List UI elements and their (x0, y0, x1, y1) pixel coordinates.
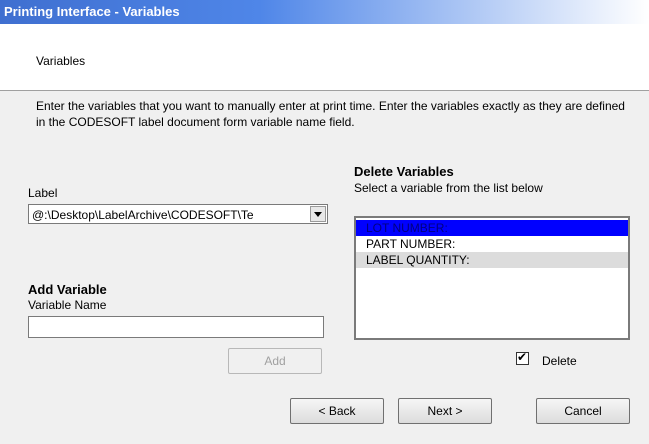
window-title: Printing Interface - Variables (4, 4, 180, 19)
label-combobox-value: @:\Desktop\LabelArchive\CODESOFT\Te (32, 208, 254, 222)
delete-checkbox[interactable] (516, 350, 529, 365)
add-variable-heading: Add Variable (28, 282, 107, 297)
variable-name-input[interactable] (28, 316, 324, 338)
delete-variables-subtitle: Select a variable from the list below (354, 181, 543, 195)
delete-checkbox-label[interactable]: Delete (542, 354, 577, 368)
list-item[interactable]: PART NUMBER: (356, 236, 628, 252)
label-combobox[interactable]: @:\Desktop\LabelArchive\CODESOFT\Te (28, 204, 328, 224)
add-button[interactable]: Add (228, 348, 322, 374)
delete-variables-heading: Delete Variables (354, 164, 454, 179)
chevron-down-icon[interactable] (310, 206, 326, 222)
title-bar: Printing Interface - Variables (0, 0, 649, 24)
variables-listbox[interactable]: LOT NUMBER: PART NUMBER: LABEL QUANTITY: (354, 216, 630, 340)
cancel-button[interactable]: Cancel (536, 398, 630, 424)
label-caption: Label (28, 186, 58, 200)
back-button[interactable]: < Back (290, 398, 384, 424)
next-button[interactable]: Next > (398, 398, 492, 424)
list-item[interactable]: LOT NUMBER: (356, 220, 628, 236)
variable-name-label: Variable Name (28, 298, 107, 312)
header-text: Variables (36, 54, 86, 68)
instructions-text: Enter the variables that you want to man… (36, 99, 625, 129)
wizard-header: Variables (0, 24, 649, 91)
list-item[interactable]: LABEL QUANTITY: (356, 252, 628, 268)
